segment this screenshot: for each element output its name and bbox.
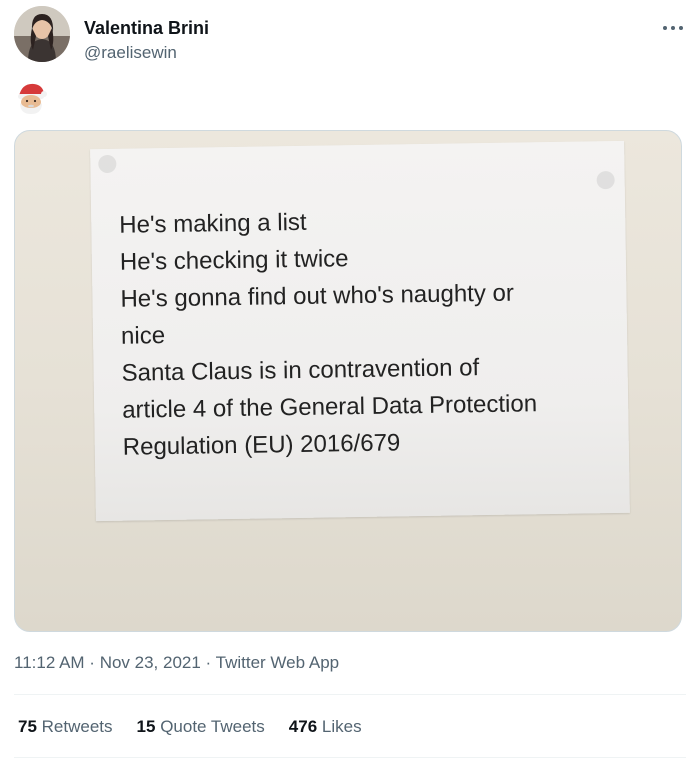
likes-stat[interactable]: 476 Likes [289, 717, 362, 737]
tweet-header: Valentina Brini @raelisewin [14, 6, 686, 68]
avatar[interactable] [14, 6, 70, 62]
more-options-icon[interactable] [660, 18, 686, 38]
display-name[interactable]: Valentina Brini [84, 18, 209, 39]
retweets-stat[interactable]: 75 Retweets [18, 717, 113, 737]
user-handle[interactable]: @raelisewin [84, 43, 177, 63]
notice-line: article 4 of the General Data Protection [122, 390, 538, 424]
tweet-date[interactable]: Nov 23, 2021 [100, 653, 201, 672]
divider [14, 757, 686, 758]
retweets-count: 75 [18, 717, 37, 736]
tweet-stats: 75 Retweets 15 Quote Tweets 476 Likes [18, 717, 362, 737]
notice-line: Regulation (EU) 2016/679 [122, 429, 401, 461]
tweet-image[interactable]: He's making a list He's checking it twic… [14, 130, 682, 632]
tweet-meta: 11:12 AM · Nov 23, 2021 · Twitter Web Ap… [14, 653, 339, 673]
notice-text: He's making a list He's checking it twic… [119, 199, 609, 466]
retweets-label: Retweets [41, 717, 113, 736]
quote-tweets-count: 15 [136, 717, 156, 736]
separator: · [84, 653, 100, 672]
printed-notice: He's making a list He's checking it twic… [90, 140, 630, 522]
likes-label: Likes [321, 717, 362, 736]
quote-tweets-stat[interactable]: 15 Quote Tweets [137, 717, 265, 737]
quote-tweets-label: Quote Tweets [160, 717, 265, 736]
source-app[interactable]: Twitter Web App [216, 653, 339, 672]
tweet-time[interactable]: 11:12 AM [14, 653, 85, 672]
divider [14, 694, 686, 695]
likes-count: 476 [288, 717, 318, 736]
separator: · [200, 653, 216, 672]
santa-claus-emoji-icon [14, 81, 48, 115]
tweet-detail: Valentina Brini @raelisewin He's making … [0, 0, 700, 768]
